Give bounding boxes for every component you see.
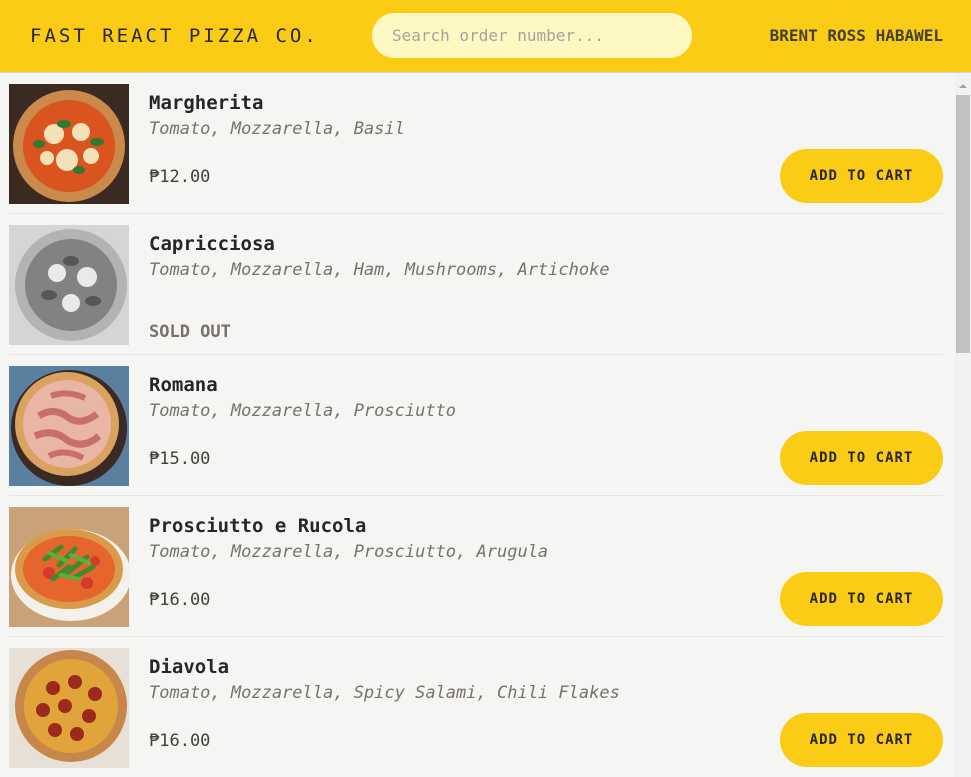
pizza-price: ₱12.00 (149, 167, 211, 187)
pizza-price: ₱16.00 (149, 590, 211, 610)
pizza-capricciosa-icon (9, 225, 129, 345)
app-header: Fast React Pizza Co. Brent Ross Habawel (0, 0, 971, 73)
pizza-name: Romana (149, 374, 218, 396)
pizza-item-diavola: Diavola Tomato, Mozzarella, Spicy Salami… (9, 637, 943, 777)
search-order-input[interactable] (372, 13, 692, 58)
pizza-ingredients: Tomato, Mozzarella, Spicy Salami, Chili … (149, 683, 620, 703)
pizza-romana-icon (9, 366, 129, 486)
scroll-up-arrow-icon[interactable] (955, 77, 971, 89)
pizza-name: Capricciosa (149, 233, 275, 255)
sold-out-label: Sold out (149, 322, 231, 342)
pizza-price: ₱15.00 (149, 449, 211, 469)
pizza-name: Prosciutto e Rucola (149, 515, 367, 537)
pizza-prosciutto-rucola-icon (9, 507, 129, 627)
pizza-ingredients: Tomato, Mozzarella, Ham, Mushrooms, Arti… (149, 260, 610, 280)
pizza-ingredients: Tomato, Mozzarella, Prosciutto (149, 401, 457, 421)
pizza-item-margherita: Margherita Tomato, Mozzarella, Basil ₱12… (9, 73, 943, 214)
add-to-cart-button[interactable]: Add to cart (780, 572, 943, 626)
vertical-scrollbar[interactable] (955, 73, 971, 777)
pizza-ingredients: Tomato, Mozzarella, Prosciutto, Arugula (149, 542, 549, 562)
add-to-cart-button[interactable]: Add to cart (780, 149, 943, 203)
pizza-item-prosciutto-e-rucola: Prosciutto e Rucola Tomato, Mozzarella, … (9, 496, 943, 637)
username: Brent Ross Habawel (769, 26, 943, 45)
pizza-name: Margherita (149, 92, 264, 114)
pizza-item-capricciosa: Capricciosa Tomato, Mozzarella, Ham, Mus… (9, 214, 943, 355)
pizza-diavola-icon (9, 648, 129, 768)
scrollbar-thumb[interactable] (956, 95, 970, 353)
pizza-ingredients: Tomato, Mozzarella, Basil (149, 119, 405, 139)
add-to-cart-button[interactable]: Add to cart (780, 713, 943, 767)
pizza-price: ₱16.00 (149, 731, 211, 751)
pizza-item-romana: Romana Tomato, Mozzarella, Prosciutto ₱1… (9, 355, 943, 496)
pizza-menu-list: Margherita Tomato, Mozzarella, Basil ₱12… (9, 73, 943, 777)
pizza-name: Diavola (149, 656, 230, 678)
add-to-cart-button[interactable]: Add to cart (780, 431, 943, 485)
app-logo[interactable]: Fast React Pizza Co. (30, 25, 319, 47)
pizza-margherita-icon (9, 84, 129, 204)
